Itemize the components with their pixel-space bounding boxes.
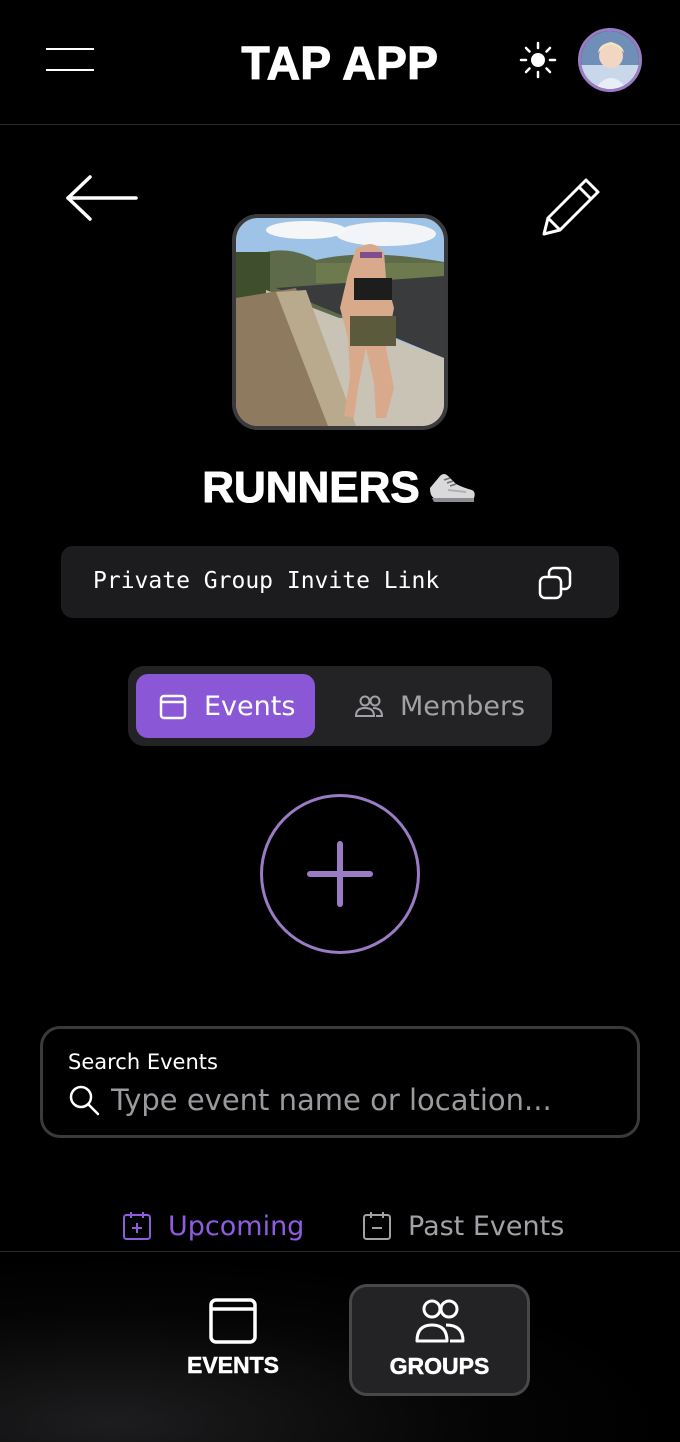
- nav-events[interactable]: EVENTS: [158, 1284, 308, 1396]
- users-icon: [354, 691, 384, 721]
- search-input[interactable]: [111, 1079, 611, 1121]
- app-header: TAP APP: [0, 0, 680, 125]
- back-arrow-icon[interactable]: [64, 172, 140, 224]
- tab-members[interactable]: Members: [338, 674, 544, 738]
- nav-groups[interactable]: GROUPS: [349, 1284, 530, 1396]
- tab-upcoming[interactable]: Upcoming: [122, 1208, 304, 1244]
- tab-members-label: Members: [400, 690, 526, 722]
- tab-past-events[interactable]: Past Events: [362, 1208, 564, 1244]
- tab-upcoming-label: Upcoming: [168, 1210, 305, 1242]
- user-avatar[interactable]: [578, 28, 642, 92]
- calendar-icon: [158, 691, 188, 721]
- group-photo: [232, 214, 448, 430]
- sun-icon[interactable]: [518, 40, 558, 80]
- tab-past-events-label: Past Events: [408, 1210, 565, 1242]
- users-icon: [414, 1295, 466, 1347]
- group-name-text: RUNNERS: [202, 463, 421, 513]
- bottom-navigation: EVENTS GROUPS: [0, 1253, 680, 1442]
- nav-groups-label: GROUPS: [389, 1353, 490, 1380]
- pencil-edit-icon[interactable]: [536, 172, 604, 240]
- tab-events[interactable]: Events: [136, 674, 315, 738]
- invite-link-label: Private Group Invite Link: [93, 568, 440, 594]
- search-events-label: Search Events: [68, 1050, 218, 1074]
- calendar-minus-icon: [362, 1211, 392, 1241]
- nav-events-label: EVENTS: [186, 1352, 280, 1379]
- invite-link-button[interactable]: Private Group Invite Link: [61, 546, 619, 618]
- search-events-box: Search Events: [40, 1026, 640, 1138]
- calendar-plus-icon: [122, 1211, 152, 1241]
- copy-icon[interactable]: [537, 565, 573, 601]
- calendar-icon: [207, 1294, 259, 1346]
- events-members-toggle: Events Members: [128, 666, 552, 746]
- running-shoe-icon: [426, 458, 478, 510]
- search-icon: [67, 1083, 101, 1117]
- plus-icon: [307, 841, 373, 907]
- event-time-tabs: Upcoming Past Events: [0, 1200, 680, 1252]
- group-name: RUNNERS: [0, 458, 680, 513]
- add-event-button[interactable]: [260, 794, 420, 954]
- tab-events-label: Events: [204, 690, 296, 722]
